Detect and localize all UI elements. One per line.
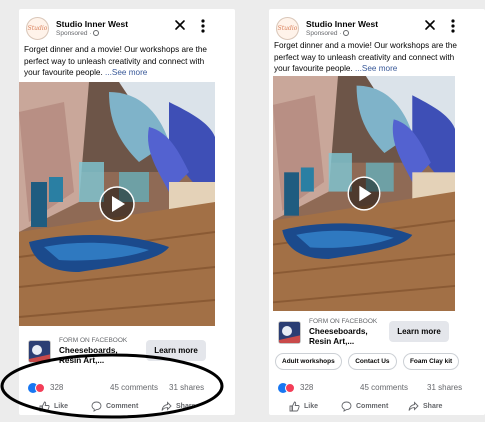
ad-card-left: Studio Studio Inner West Sponsored · For… [19,9,235,415]
comment-icon [91,401,102,412]
comments-count[interactable]: 45 comments [360,383,408,392]
form-title[interactable]: Cheeseboards, Resin Art,... [59,346,137,366]
engagement-bar: 328 45 comments 31 shares [269,383,485,397]
love-reaction-icon [285,383,295,393]
comments-count[interactable]: 45 comments [110,383,158,392]
video-frame [19,82,215,326]
learn-more-button[interactable]: Learn more [389,321,449,342]
like-icon [39,401,50,412]
chip-adult-workshops[interactable]: Adult workshops [275,353,342,370]
shares-count[interactable]: 31 shares [169,383,204,392]
action-bar: Like Comment Share [269,401,485,415]
chip-foam-clay-kit[interactable]: Foam Clay kit [402,353,460,370]
share-button[interactable]: Share [408,401,442,412]
quick-reply-chips: Adult workshops Contact Us Foam Clay kit [275,350,461,370]
engagement-bar: 328 45 comments 31 shares [19,383,235,397]
logo-wordmark: Studio [27,25,48,32]
share-icon [161,401,172,411]
like-icon [289,401,300,412]
ad-card-right: Studio Studio Inner West Sponsored · For… [269,9,485,415]
share-button[interactable]: Share [161,401,195,412]
share-icon [408,401,419,411]
close-icon[interactable] [423,18,437,32]
page-avatar[interactable]: Studio [26,17,49,40]
comment-button[interactable]: Comment [91,401,138,412]
post-caption: Forget dinner and a movie! Our workshops… [24,44,214,79]
like-button[interactable]: Like [289,401,318,412]
logo-wordmark: Studio [277,25,298,32]
love-reaction-icon [35,383,45,393]
video-player[interactable] [273,76,455,311]
share-label: Share [423,403,443,410]
page-name[interactable]: Studio Inner West [306,19,378,29]
action-bar: Like Comment Share [19,401,235,415]
form-thumbnail [28,340,51,363]
like-label: Like [304,403,319,410]
sponsored-label: Sponsored · [306,30,350,37]
form-source-label: FORM ON FACEBOOK [309,318,378,325]
globe-icon [343,30,350,36]
globe-icon [93,30,100,36]
close-icon[interactable] [173,18,187,32]
more-options-icon[interactable] [199,18,207,34]
form-thumbnail [278,321,301,344]
sponsored-label: Sponsored · [56,30,100,37]
like-label: Like [54,403,69,410]
form-source-label: FORM ON FACEBOOK [59,337,128,344]
page-name[interactable]: Studio Inner West [56,19,128,29]
video-frame [273,76,455,311]
reaction-count[interactable]: 328 [50,383,63,392]
post-header: Studio Studio Inner West Sponsored · [269,9,485,43]
share-label: Share [176,403,196,410]
chip-contact-us[interactable]: Contact Us [348,353,397,370]
lead-form-bar: FORM ON FACEBOOK Cheeseboards, Resin Art… [19,333,235,369]
see-more-link[interactable]: ...See more [105,68,147,77]
sponsored-text: Sponsored · [56,30,92,37]
page-avatar[interactable]: Studio [276,17,299,40]
lead-form-bar: FORM ON FACEBOOK Cheeseboards, Resin Art… [269,314,485,350]
video-player[interactable] [19,82,215,326]
learn-more-button[interactable]: Learn more [146,340,206,361]
post-caption: Forget dinner and a movie! Our workshops… [274,40,464,75]
comment-icon [341,401,352,412]
sponsored-text: Sponsored · [306,30,342,37]
form-title[interactable]: Cheeseboards, Resin Art,... [309,327,387,347]
reaction-count[interactable]: 328 [300,383,313,392]
comment-button[interactable]: Comment [341,401,388,412]
post-header: Studio Studio Inner West Sponsored · [19,9,235,43]
comment-label: Comment [356,403,389,410]
comment-label: Comment [106,403,139,410]
more-options-icon[interactable] [449,18,457,34]
see-more-link[interactable]: ...See more [355,64,397,73]
shares-count[interactable]: 31 shares [427,383,462,392]
like-button[interactable]: Like [39,401,68,412]
